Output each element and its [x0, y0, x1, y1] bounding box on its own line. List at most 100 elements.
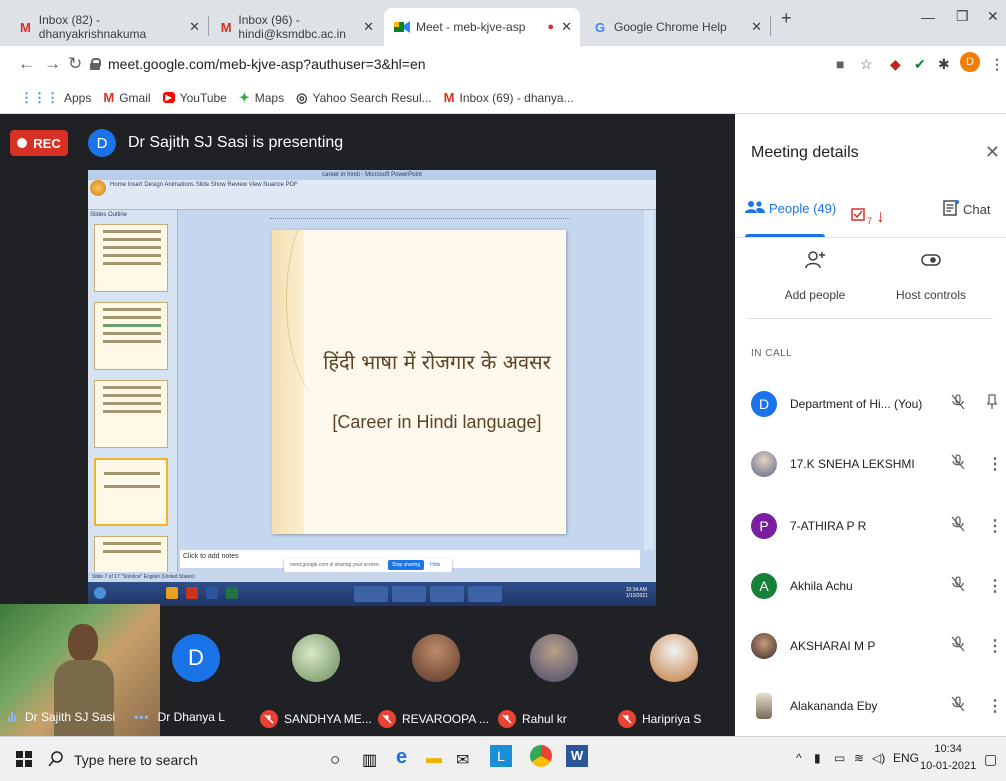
participant-row[interactable]: D Department of Hi... (You) [751, 384, 998, 424]
close-icon[interactable]: ✕ [751, 19, 762, 35]
recording-badge: REC [10, 130, 68, 156]
bookmark-gmail[interactable]: M Gmail [103, 90, 150, 105]
bookmark-label: Inbox (69) - dhanya... [459, 90, 574, 105]
notifications-icon[interactable]: ▢ [984, 751, 997, 768]
participant-tile[interactable]: Haripriya S [614, 612, 730, 736]
star-icon[interactable]: ☆ [860, 56, 873, 73]
participant-name: REVAROOPA ... [402, 712, 489, 726]
participant-avatar [756, 693, 772, 719]
bookmark-youtube[interactable]: ▶ YouTube [162, 91, 227, 105]
mic-off-icon [951, 393, 965, 415]
participant-row[interactable]: AKSHARAI M P ⋮ [751, 626, 1003, 666]
puzzle-icon[interactable]: ✱ [938, 56, 950, 73]
tab-people[interactable]: People (49) [745, 200, 836, 217]
participant-tile[interactable]: Rahul kr [494, 612, 610, 736]
bookmark-label: Maps [254, 90, 285, 105]
participant-tile[interactable]: REVAROOPA ... [376, 612, 492, 736]
close-icon[interactable]: ✕ [561, 19, 572, 35]
participant-tile[interactable]: SANDHYA ME... [256, 612, 372, 736]
participant-name: Rahul kr [522, 712, 567, 726]
chevron-up-icon[interactable]: ^ [796, 751, 802, 765]
close-icon[interactable]: ✕ [189, 19, 200, 35]
more-options-icon[interactable]: ⋮ [987, 454, 1003, 474]
slide-title-hindi: हिंदी भाषा में रोजगार के अवसर [323, 350, 551, 374]
app-l-icon[interactable]: L [490, 745, 512, 767]
microphone-icon[interactable]: ▮ [814, 751, 821, 765]
participant-row[interactable]: 17.K SNEHA LEKSHMI ⋮ [751, 444, 1003, 484]
bookmark-label: Gmail [119, 90, 151, 105]
more-options-icon[interactable]: ⋮ [987, 636, 1003, 656]
reload-icon[interactable]: ↻ [68, 54, 82, 74]
taskbar-search[interactable]: Type here to search [48, 745, 312, 775]
forward-icon[interactable]: → [44, 54, 61, 74]
battery-icon[interactable]: ▭ [834, 751, 845, 765]
meet-icon [394, 19, 410, 35]
chrome-icon[interactable] [530, 745, 552, 767]
restore-button[interactable]: ❐ [956, 8, 969, 25]
language-indicator[interactable]: ENG [893, 751, 919, 765]
tab-chrome-help[interactable]: G Google Chrome Help ✕ [582, 8, 770, 46]
windows-start-icon[interactable] [16, 751, 32, 767]
more-options-icon[interactable]: ⋮ [987, 696, 1003, 716]
task-view-icon[interactable]: ▥ [362, 750, 377, 770]
tab-gmail-inbox-1[interactable]: M Inbox (82) - dhanyakrishnakuma ✕ [8, 8, 208, 46]
bookmarks-bar: ⋮⋮⋮ Apps M Gmail ▶ YouTube ✦ Maps ◎ Yahoo Sea… [0, 82, 1006, 114]
bookmark-inbox[interactable]: M Inbox (69) - dhanya... [444, 90, 574, 105]
participant-avatar [530, 634, 578, 682]
bookmark-yahoo[interactable]: ◎ Yahoo Search Resul... [296, 90, 432, 106]
participant-tile[interactable]: D ••• Dr Dhanya L [130, 612, 246, 736]
address-bar[interactable]: meet.google.com/meb-kjve-asp?authuser=3&… [90, 50, 910, 78]
speaking-indicator-icon [8, 712, 17, 722]
ppt-scrollbar [644, 210, 654, 550]
add-people-button[interactable]: Add people [765, 248, 865, 302]
badge-count: 7 [867, 215, 873, 226]
minimize-button[interactable]: — [921, 9, 935, 25]
tab-meet[interactable]: Meet - meb-kjve-asp ● ✕ [384, 8, 580, 46]
arrow-down-icon: ↓ [876, 206, 886, 226]
camera-icon[interactable]: ■ [836, 56, 844, 72]
mic-off-icon [498, 710, 516, 728]
bookmark-maps[interactable]: ✦ Maps [239, 90, 284, 106]
cortana-icon[interactable]: ○ [330, 750, 340, 770]
start-orb-icon [94, 587, 106, 599]
shared-clock: 10:34 AM 1/10/2021 [626, 587, 648, 599]
new-tab-button[interactable]: + [781, 8, 792, 29]
participant-row[interactable]: Alakananda Eby ⋮ [751, 686, 1003, 726]
participant-name: 7-ATHIRA P R [790, 519, 867, 533]
edge-icon[interactable]: e [396, 746, 407, 769]
ppt-ribbon: Home Insert Design Animations Slide Show… [88, 180, 656, 210]
participant-row[interactable]: A Akhila Achu ⋮ [751, 566, 1003, 606]
mic-off-icon [618, 710, 636, 728]
back-icon[interactable]: ← [18, 54, 35, 74]
panel-title: Meeting details [751, 144, 859, 161]
check-icon[interactable]: ✔ [914, 56, 926, 73]
close-icon[interactable]: ✕ [363, 19, 374, 35]
menu-icon[interactable]: ⋮ [990, 56, 1004, 73]
profile-avatar[interactable]: D [960, 52, 980, 72]
more-options-icon[interactable]: ⋮ [987, 576, 1003, 596]
window-close-button[interactable]: ✕ [987, 8, 999, 25]
people-icon [745, 200, 765, 217]
slide-thumbnail-selected [94, 458, 168, 526]
mail-icon[interactable]: ✉ [456, 750, 469, 770]
search-placeholder: Type here to search [74, 752, 198, 768]
participant-avatar: A [751, 573, 777, 599]
tab-gmail-inbox-2[interactable]: M Inbox (96) - hindi@ksmdbc.ac.in ✕ [210, 8, 382, 46]
clock[interactable]: 10:34 10-01-2021 [920, 741, 976, 775]
file-explorer-icon[interactable]: ▬ [426, 750, 442, 768]
pin-icon[interactable] [986, 393, 998, 415]
more-options-icon[interactable]: ⋮ [987, 516, 1003, 536]
host-controls-button[interactable]: Host controls [881, 248, 981, 302]
tab-chat[interactable]: Chat [943, 200, 990, 219]
volume-icon[interactable]: ◁) [872, 751, 885, 765]
close-icon[interactable]: ✕ [985, 142, 1000, 163]
word-icon[interactable]: W [566, 745, 588, 767]
bookmark-apps[interactable]: ⋮⋮⋮ Apps [20, 90, 91, 106]
wifi-icon[interactable]: ≋ [854, 751, 864, 765]
mic-off-icon [951, 695, 965, 717]
app-icon [166, 587, 178, 599]
participant-row[interactable]: P 7-ATHIRA P R ⋮ [751, 506, 1003, 546]
extension-icon[interactable]: ◆ [890, 56, 901, 73]
slide-thumbnail [94, 224, 168, 292]
ppt-slides-pane: Slides Outline [88, 210, 178, 604]
